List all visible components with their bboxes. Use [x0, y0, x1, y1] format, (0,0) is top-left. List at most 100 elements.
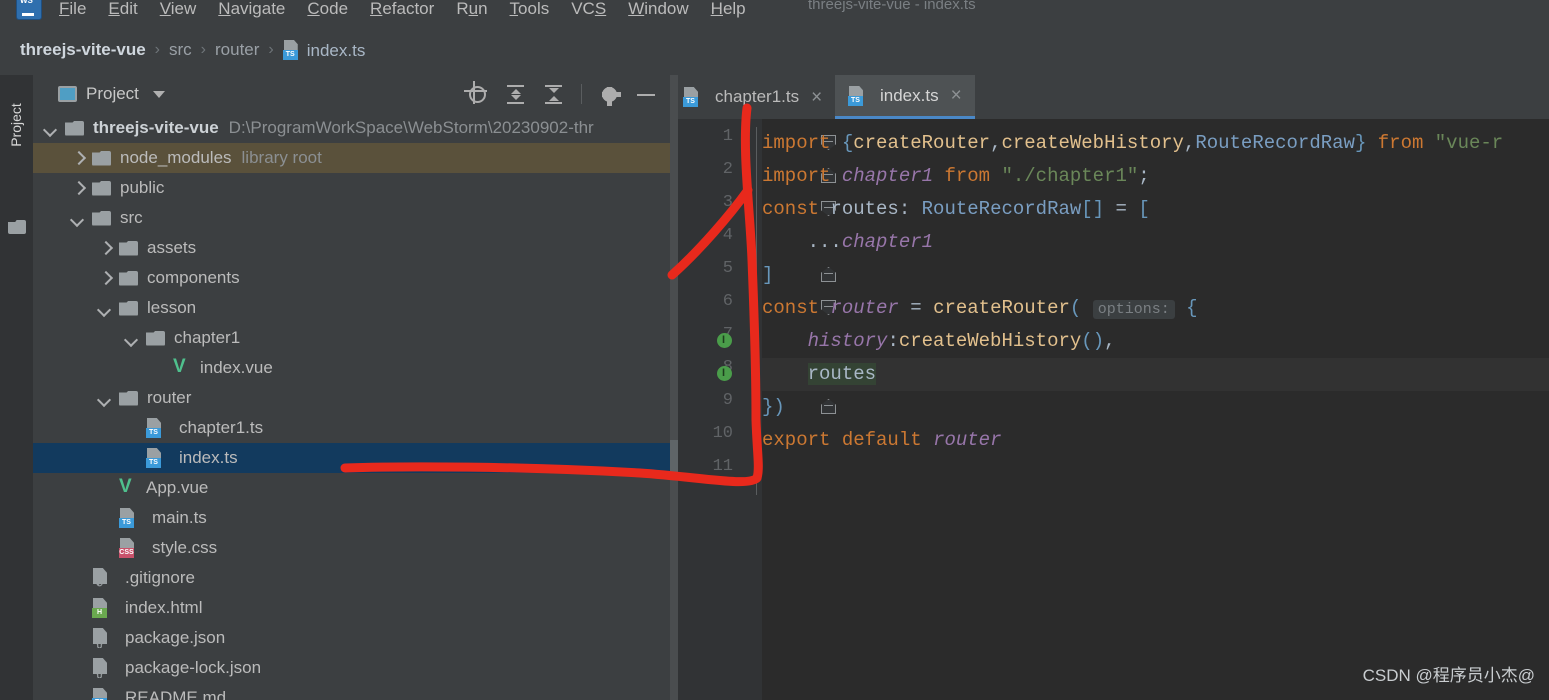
gear-icon[interactable]: [599, 84, 621, 106]
tree-item-components[interactable]: components: [33, 263, 670, 293]
editor-tab-chapter1-ts[interactable]: TS chapter1.ts ×: [670, 75, 835, 119]
code-line-3[interactable]: const routes: RouteRecordRaw[] = [: [762, 193, 1150, 226]
chevron-down-icon[interactable]: [72, 213, 83, 224]
menu-bar[interactable]: File Edit View Navigate Code Refactor Run Tools…: [48, 0, 757, 21]
code-line-9[interactable]: }): [762, 391, 785, 424]
ts-file-icon: TS: [683, 87, 701, 107]
breadcrumb-item-threejs-vite-vue[interactable]: threejs-vite-vue: [20, 40, 146, 60]
tree-item-chapter1[interactable]: chapter1: [33, 323, 670, 353]
tree-item-meta: D:\ProgramWorkSpace\WebStorm\20230902-th…: [228, 118, 594, 137]
tree-item-label: lesson: [147, 298, 197, 317]
tree-item-style-css[interactable]: CSS style.css: [33, 533, 670, 563]
code-line-2[interactable]: import chapter1 from "./chapter1";: [762, 160, 1150, 193]
implementation-icon[interactable]: [717, 333, 732, 348]
menu-item-vcs[interactable]: VCS: [560, 0, 617, 19]
tree-item-app-vue[interactable]: App.vue: [33, 473, 670, 503]
folder-icon: [92, 210, 111, 226]
tree-item-threejs-vite-vue[interactable]: threejs-vite-vue D:\ProgramWorkSpace\WebS…: [33, 113, 670, 143]
project-panel-title: Project: [86, 84, 139, 103]
window-title: threejs-vite-vue - index.ts: [808, 0, 976, 13]
menu-item-view[interactable]: View: [149, 0, 208, 19]
close-icon[interactable]: ×: [951, 86, 962, 105]
tree-item-readme-md[interactable]: TS README.md: [33, 683, 670, 700]
close-icon[interactable]: ×: [811, 88, 822, 107]
chevron-down-icon[interactable]: [45, 123, 56, 134]
chevron-right-icon[interactable]: [99, 243, 110, 254]
breadcrumb[interactable]: threejs-vite-vue › src › router › TS index.ts: [0, 25, 1549, 75]
menu-item-refactor[interactable]: Refactor: [359, 0, 445, 19]
locate-icon[interactable]: [467, 84, 488, 105]
minimize-icon[interactable]: [637, 84, 658, 105]
tree-item-index-html[interactable]: Hindex.html: [33, 593, 670, 623]
tree-item-node-modules[interactable]: node_modules library root: [33, 143, 670, 173]
line-number: 10: [712, 424, 733, 443]
code-line-7[interactable]: history:createWebHistory(),: [762, 325, 1116, 358]
folder-icon: [65, 120, 84, 136]
menu-item-run[interactable]: Run: [445, 0, 498, 19]
tree-item-package-lock-json[interactable]: {} package-lock.json: [33, 653, 670, 683]
tree-item--gitignore[interactable]: ⊘ .gitignore: [33, 563, 670, 593]
tree-item-label: threejs-vite-vue: [93, 118, 219, 137]
code-editor[interactable]: 1234567891011 import {createRouter,creat…: [670, 119, 1549, 700]
ts-file-icon: TS: [119, 508, 137, 528]
tree-item-index-vue[interactable]: index.vue: [33, 353, 670, 383]
tree-item-package-json[interactable]: {} package.json: [33, 623, 670, 653]
tree-item-lesson[interactable]: lesson: [33, 293, 670, 323]
menu-item-edit[interactable]: Edit: [97, 0, 148, 19]
tab-label: index.ts: [880, 85, 939, 105]
chevron-right-icon[interactable]: [72, 153, 83, 164]
toolbar-divider: [581, 84, 582, 104]
tree-item-assets[interactable]: assets: [33, 233, 670, 263]
fold-column[interactable]: [742, 119, 836, 700]
menu-item-code[interactable]: Code: [296, 0, 359, 19]
code-line-8[interactable]: routes: [762, 358, 877, 391]
folder-icon: [92, 150, 111, 166]
editor-tab-index-ts[interactable]: TS index.ts ×: [835, 75, 975, 119]
chevron-down-icon[interactable]: [99, 303, 110, 314]
chevron-right-icon[interactable]: [99, 273, 110, 284]
menu-item-file[interactable]: File: [48, 0, 97, 19]
code-line-6[interactable]: const router = createRouter( options: {: [762, 292, 1198, 325]
editor-gutter[interactable]: 1234567891011: [670, 119, 742, 700]
panel-splitter[interactable]: [670, 75, 678, 700]
expand-all-icon[interactable]: [505, 84, 526, 105]
project-file-tree[interactable]: threejs-vite-vue D:\ProgramWorkSpace\WebS…: [33, 113, 670, 700]
breadcrumb-item-src[interactable]: src: [169, 40, 192, 60]
line-number: 9: [722, 391, 733, 410]
code-text[interactable]: import {createRouter,createWebHistory,Ro…: [762, 119, 1549, 700]
code-line-1[interactable]: import {createRouter,createWebHistory,Ro…: [762, 127, 1503, 160]
tree-item-label: chapter1: [174, 328, 241, 347]
folder-icon[interactable]: [8, 220, 26, 234]
git-file-icon: ⊘: [92, 568, 110, 588]
tree-item-router[interactable]: router: [33, 383, 670, 413]
menu-item-window[interactable]: Window: [617, 0, 699, 19]
tree-item-public[interactable]: public: [33, 173, 670, 203]
chevron-down-icon[interactable]: [126, 333, 137, 344]
breadcrumb-item-index-ts[interactable]: TS index.ts: [282, 39, 365, 61]
menu-item-tools[interactable]: Tools: [499, 0, 561, 19]
breadcrumb-item-router[interactable]: router: [215, 40, 259, 60]
collapse-all-icon[interactable]: [543, 84, 564, 105]
chevron-down-icon[interactable]: [152, 90, 165, 98]
menu-item-help[interactable]: Help: [700, 0, 757, 19]
tree-item-main-ts[interactable]: TS main.ts: [33, 503, 670, 533]
code-line-5[interactable]: ]: [762, 259, 773, 292]
line-number: 6: [722, 292, 733, 311]
ts-file-icon: TS: [146, 418, 164, 438]
scrollbar-thumb[interactable]: [670, 440, 678, 480]
tool-window-button-project[interactable]: Project: [8, 90, 24, 160]
json-file-icon: {}: [92, 658, 110, 678]
tree-item-chapter1-ts[interactable]: TS chapter1.ts: [33, 413, 670, 443]
folder-icon: [119, 240, 138, 256]
tree-item-src[interactable]: src: [33, 203, 670, 233]
chevron-down-icon[interactable]: [99, 393, 110, 404]
tree-item-index-ts[interactable]: TS index.ts: [33, 443, 670, 473]
code-line-4[interactable]: ...chapter1: [762, 226, 933, 259]
menu-item-navigate[interactable]: Navigate: [207, 0, 296, 19]
code-line-10[interactable]: export default router: [762, 424, 1001, 457]
implementation-icon[interactable]: [717, 366, 732, 381]
ts-file-icon: TS: [92, 688, 110, 700]
folder-icon: [119, 300, 138, 316]
editor-tab-bar[interactable]: TS chapter1.ts × TS index.ts ×: [670, 75, 1549, 119]
chevron-right-icon[interactable]: [72, 183, 83, 194]
